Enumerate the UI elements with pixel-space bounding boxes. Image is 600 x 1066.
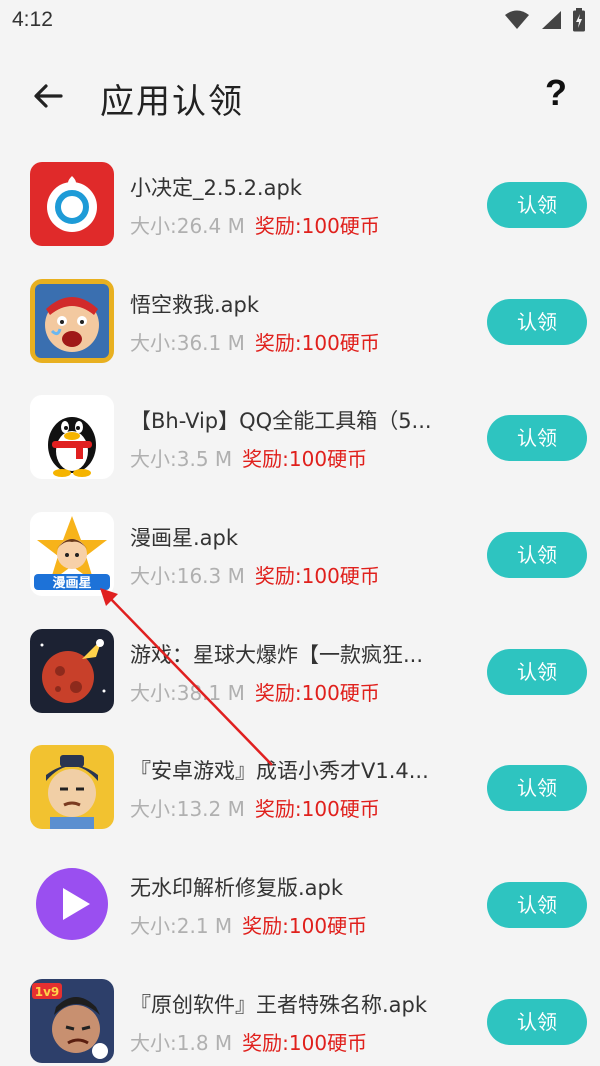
app-reward: 奖励:100硬币 bbox=[254, 797, 380, 822]
app-size: 大小:1.8 M bbox=[130, 1030, 233, 1055]
list-item: 悟空救我.apk 大小:36.1 M 奖励:100硬币 认领 bbox=[0, 265, 600, 382]
app-size: 大小:16.3 M bbox=[130, 564, 245, 589]
page-title: 应用认领 bbox=[100, 82, 244, 122]
list-item: 无水印解析修复版.apk 大小:2.1 M 奖励:100硬币 认领 bbox=[0, 848, 600, 965]
app-size: 大小:13.2 M bbox=[130, 797, 245, 822]
app-size: 大小:36.1 M bbox=[130, 330, 245, 355]
status-bar: 4:12 bbox=[0, 0, 600, 40]
list-item: 『安卓游戏』成语小秀才V1.4... 大小:13.2 M 奖励:100硬币 认领 bbox=[0, 731, 600, 848]
help-button[interactable]: ? bbox=[538, 72, 574, 116]
signal-icon bbox=[542, 11, 561, 29]
list-item: 小决定_2.5.2.apk 大小:26.4 M 奖励:100硬币 认领 bbox=[0, 148, 600, 265]
claim-button[interactable]: 认领 bbox=[487, 765, 587, 812]
claim-button[interactable]: 认领 bbox=[487, 882, 587, 929]
app-size: 大小:3.5 M bbox=[130, 447, 233, 472]
back-button[interactable] bbox=[30, 78, 66, 114]
app-meta: 大小:36.1 M 奖励:100硬币 bbox=[130, 327, 380, 356]
manhuaxing-app-icon: 漫画星 bbox=[30, 512, 114, 597]
app-size: 大小:26.4 M bbox=[130, 214, 245, 238]
app-meta: 大小:1.8 M 奖励:100硬币 bbox=[130, 1027, 367, 1056]
qq-penguin-icon bbox=[30, 395, 114, 480]
app-reward: 奖励:100硬币 bbox=[242, 447, 368, 472]
list-item: 漫画星 漫画星.apk 大小:16.3 M 奖励:100硬币 认领 bbox=[0, 498, 600, 615]
list-item: 1v9 『原创软件』王者特殊名称.apk 大小:1.8 M 奖励:100硬币 认领 bbox=[0, 965, 600, 1066]
app-name: 小决定_2.5.2.apk bbox=[130, 176, 302, 200]
battery-icon bbox=[573, 8, 585, 32]
app-name: 游戏：星球大爆炸【一款疯狂... bbox=[130, 642, 424, 667]
wukong-app-icon bbox=[30, 278, 114, 363]
status-time: 4:12 bbox=[12, 8, 53, 31]
arrow-left-icon bbox=[34, 84, 63, 108]
app-reward: 奖励:100硬币 bbox=[254, 330, 380, 355]
app-meta: 大小:16.3 M 奖励:100硬币 bbox=[130, 560, 380, 589]
app-reward: 奖励:100硬币 bbox=[254, 564, 380, 589]
app-name: 【Bh-Vip】QQ全能工具箱（5... bbox=[130, 409, 432, 434]
app-list: 小决定_2.5.2.apk 大小:26.4 M 奖励:100硬币 认领 悟空救我.… bbox=[0, 148, 600, 1066]
scholar-game-icon bbox=[30, 745, 114, 830]
app-reward: 奖励:100硬币 bbox=[242, 1030, 368, 1055]
app-reward: 奖励:100硬币 bbox=[254, 680, 380, 705]
list-item: 【Bh-Vip】QQ全能工具箱（5... 大小:3.5 M 奖励:100硬币 认领 bbox=[0, 381, 600, 498]
app-meta: 大小:26.4 M 奖励:100硬币 bbox=[130, 210, 380, 239]
app-name: 『安卓游戏』成语小秀才V1.4... bbox=[130, 759, 429, 784]
claim-button[interactable]: 认领 bbox=[487, 648, 587, 695]
status-icons bbox=[504, 8, 586, 32]
app-reward: 奖励:100硬币 bbox=[254, 214, 380, 238]
claim-button[interactable]: 认领 bbox=[487, 532, 587, 579]
app-meta: 大小:13.2 M 奖励:100硬币 bbox=[130, 793, 380, 822]
app-reward: 奖励:100硬币 bbox=[242, 914, 368, 939]
app-name: 『原创软件』王者特殊名称.apk bbox=[130, 992, 428, 1017]
honor-of-kings-icon: 1v9 bbox=[30, 978, 114, 1063]
wifi-icon bbox=[505, 10, 529, 29]
app-name: 悟空救我.apk bbox=[130, 292, 260, 317]
app-size: 大小:38.1 M bbox=[130, 680, 245, 705]
svg-text:漫画星: 漫画星 bbox=[52, 575, 91, 591]
app-size: 大小:2.1 M bbox=[130, 914, 233, 939]
app-name: 无水印解析修复版.apk bbox=[130, 876, 344, 901]
app-bar: 应用认领 ? bbox=[0, 60, 600, 132]
planet-explosion-icon bbox=[30, 628, 114, 713]
xiaojueding-app-icon bbox=[30, 162, 114, 246]
claim-button[interactable]: 认领 bbox=[487, 998, 587, 1045]
list-item: 游戏：星球大爆炸【一款疯狂... 大小:38.1 M 奖励:100硬币 认领 bbox=[0, 615, 600, 732]
claim-button[interactable]: 认领 bbox=[487, 298, 587, 345]
svg-text:1v9: 1v9 bbox=[35, 985, 60, 999]
app-meta: 大小:2.1 M 奖励:100硬币 bbox=[130, 910, 367, 939]
claim-button[interactable]: 认领 bbox=[487, 182, 587, 228]
app-meta: 大小:38.1 M 奖励:100硬币 bbox=[130, 677, 380, 706]
app-meta: 大小:3.5 M 奖励:100硬币 bbox=[130, 443, 367, 472]
app-name: 漫画星.apk bbox=[130, 526, 239, 551]
claim-button[interactable]: 认领 bbox=[487, 415, 587, 462]
play-video-icon bbox=[30, 862, 114, 946]
